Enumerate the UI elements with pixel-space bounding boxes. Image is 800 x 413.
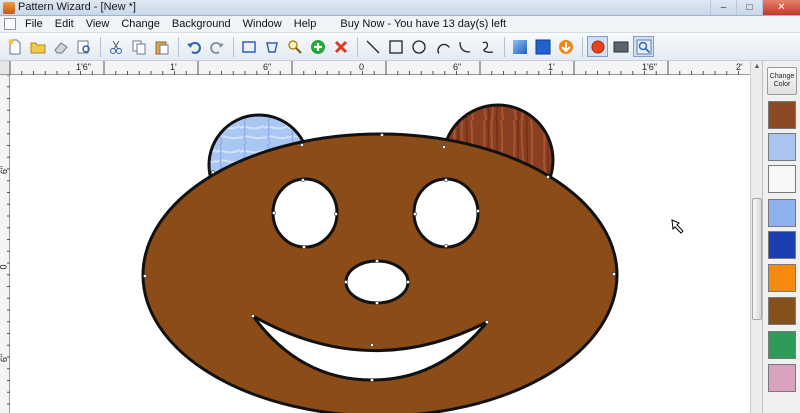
- ruler-label: 6": [263, 62, 272, 72]
- ruler-label: 6": [0, 165, 10, 175]
- menu-bar: File Edit View Change Background Window …: [0, 16, 800, 33]
- menu-help[interactable]: Help: [288, 18, 323, 30]
- ruler-label: 6": [0, 353, 10, 363]
- vertical-scrollbar[interactable]: ▲: [750, 61, 762, 413]
- select-rectangle-icon[interactable]: [238, 36, 259, 57]
- swatch-brown[interactable]: [768, 297, 796, 325]
- menu-file[interactable]: File: [19, 18, 49, 30]
- swatch-pink-glass[interactable]: [768, 364, 796, 392]
- window-controls: – □ ✕: [710, 0, 800, 16]
- copy-icon[interactable]: [128, 36, 149, 57]
- close-button[interactable]: ✕: [762, 0, 800, 15]
- app-icon: [3, 2, 15, 14]
- toolbar: [0, 33, 800, 61]
- background-icon[interactable]: [610, 36, 631, 57]
- ruler-label: 6": [453, 62, 462, 72]
- swatch-orange[interactable]: [768, 264, 796, 292]
- print-preview-icon[interactable]: [73, 36, 94, 57]
- nose[interactable]: [344, 259, 410, 305]
- line-tool-icon[interactable]: [362, 36, 383, 57]
- toolbar-separator: [357, 36, 358, 57]
- redo-icon[interactable]: [206, 36, 227, 57]
- bear-pattern: [141, 103, 684, 413]
- eraser-icon[interactable]: [50, 36, 71, 57]
- open-folder-icon[interactable]: [27, 36, 48, 57]
- toolbar-separator: [100, 36, 101, 57]
- right-eye[interactable]: [412, 177, 480, 249]
- ruler-label: 1'6": [76, 62, 91, 72]
- ruler-corner: [0, 61, 10, 75]
- window-title: Pattern Wizard - [New *]: [18, 1, 136, 13]
- maximize-button[interactable]: □: [736, 0, 762, 15]
- menu-change[interactable]: Change: [115, 18, 166, 30]
- swatch-light-blue-glass[interactable]: [768, 133, 796, 161]
- curve-tool-icon[interactable]: [454, 36, 475, 57]
- menu-view[interactable]: View: [80, 18, 116, 30]
- arc-tool-icon[interactable]: [431, 36, 452, 57]
- swatch-deep-blue[interactable]: [768, 231, 796, 259]
- document-icon[interactable]: [4, 18, 16, 30]
- delete-icon[interactable]: [330, 36, 351, 57]
- color-palette: Change Color: [762, 61, 800, 413]
- arrow-down-circle-icon[interactable]: [555, 36, 576, 57]
- minimize-button[interactable]: –: [710, 0, 736, 15]
- menu-buy-now[interactable]: Buy Now - You have 13 day(s) left: [334, 18, 512, 30]
- horizontal-ruler[interactable]: 1'6" 1' 6" 0 6" 1' 1'6" 2': [10, 61, 750, 75]
- title-bar: Pattern Wizard - [New *] – □ ✕: [0, 0, 800, 16]
- ruler-label: 1': [170, 62, 177, 72]
- zoom-icon[interactable]: [284, 36, 305, 57]
- record-icon[interactable]: [587, 36, 608, 57]
- toolbar-separator: [504, 36, 505, 57]
- scrollbar-thumb[interactable]: [752, 198, 762, 320]
- toolbar-separator: [233, 36, 234, 57]
- vertical-ruler-ticks: [7, 75, 10, 405]
- ruler-label: 2': [736, 62, 743, 72]
- menu-window[interactable]: Window: [237, 18, 288, 30]
- toolbar-separator: [178, 36, 179, 57]
- zoom-fit-icon[interactable]: [633, 36, 654, 57]
- swatch-white[interactable]: [768, 165, 796, 193]
- solid-fill-icon[interactable]: [532, 36, 553, 57]
- circle-tool-icon[interactable]: [408, 36, 429, 57]
- menu-background[interactable]: Background: [166, 18, 237, 30]
- swatch-wood-brown[interactable]: [768, 101, 796, 129]
- add-icon[interactable]: [307, 36, 328, 57]
- undo-icon[interactable]: [183, 36, 204, 57]
- freehand-tool-icon[interactable]: [477, 36, 498, 57]
- pointer-cursor: [671, 219, 684, 234]
- toolbar-separator: [582, 36, 583, 57]
- menu-edit[interactable]: Edit: [49, 18, 80, 30]
- vertical-ruler[interactable]: 6" 0 6": [0, 75, 10, 413]
- drawing-canvas[interactable]: [11, 76, 750, 413]
- swatch-periwinkle-glass[interactable]: [768, 199, 796, 227]
- cut-icon[interactable]: [105, 36, 126, 57]
- paste-icon[interactable]: [151, 36, 172, 57]
- rectangle-tool-icon[interactable]: [385, 36, 406, 57]
- scroll-up-arrow[interactable]: ▲: [752, 63, 762, 73]
- new-file-icon[interactable]: [4, 36, 25, 57]
- ruler-label: 0: [359, 62, 365, 72]
- horizontal-ruler-ticks: [10, 61, 739, 75]
- left-eye[interactable]: [271, 177, 339, 249]
- ruler-label: 1': [548, 62, 555, 72]
- swatch-green-glass[interactable]: [768, 331, 796, 359]
- fill-gradient-icon[interactable]: [509, 36, 530, 57]
- lasso-icon[interactable]: [261, 36, 282, 57]
- ruler-label: 0: [0, 264, 9, 269]
- change-color-button[interactable]: Change Color: [767, 67, 797, 95]
- ruler-label: 1'6": [642, 62, 657, 72]
